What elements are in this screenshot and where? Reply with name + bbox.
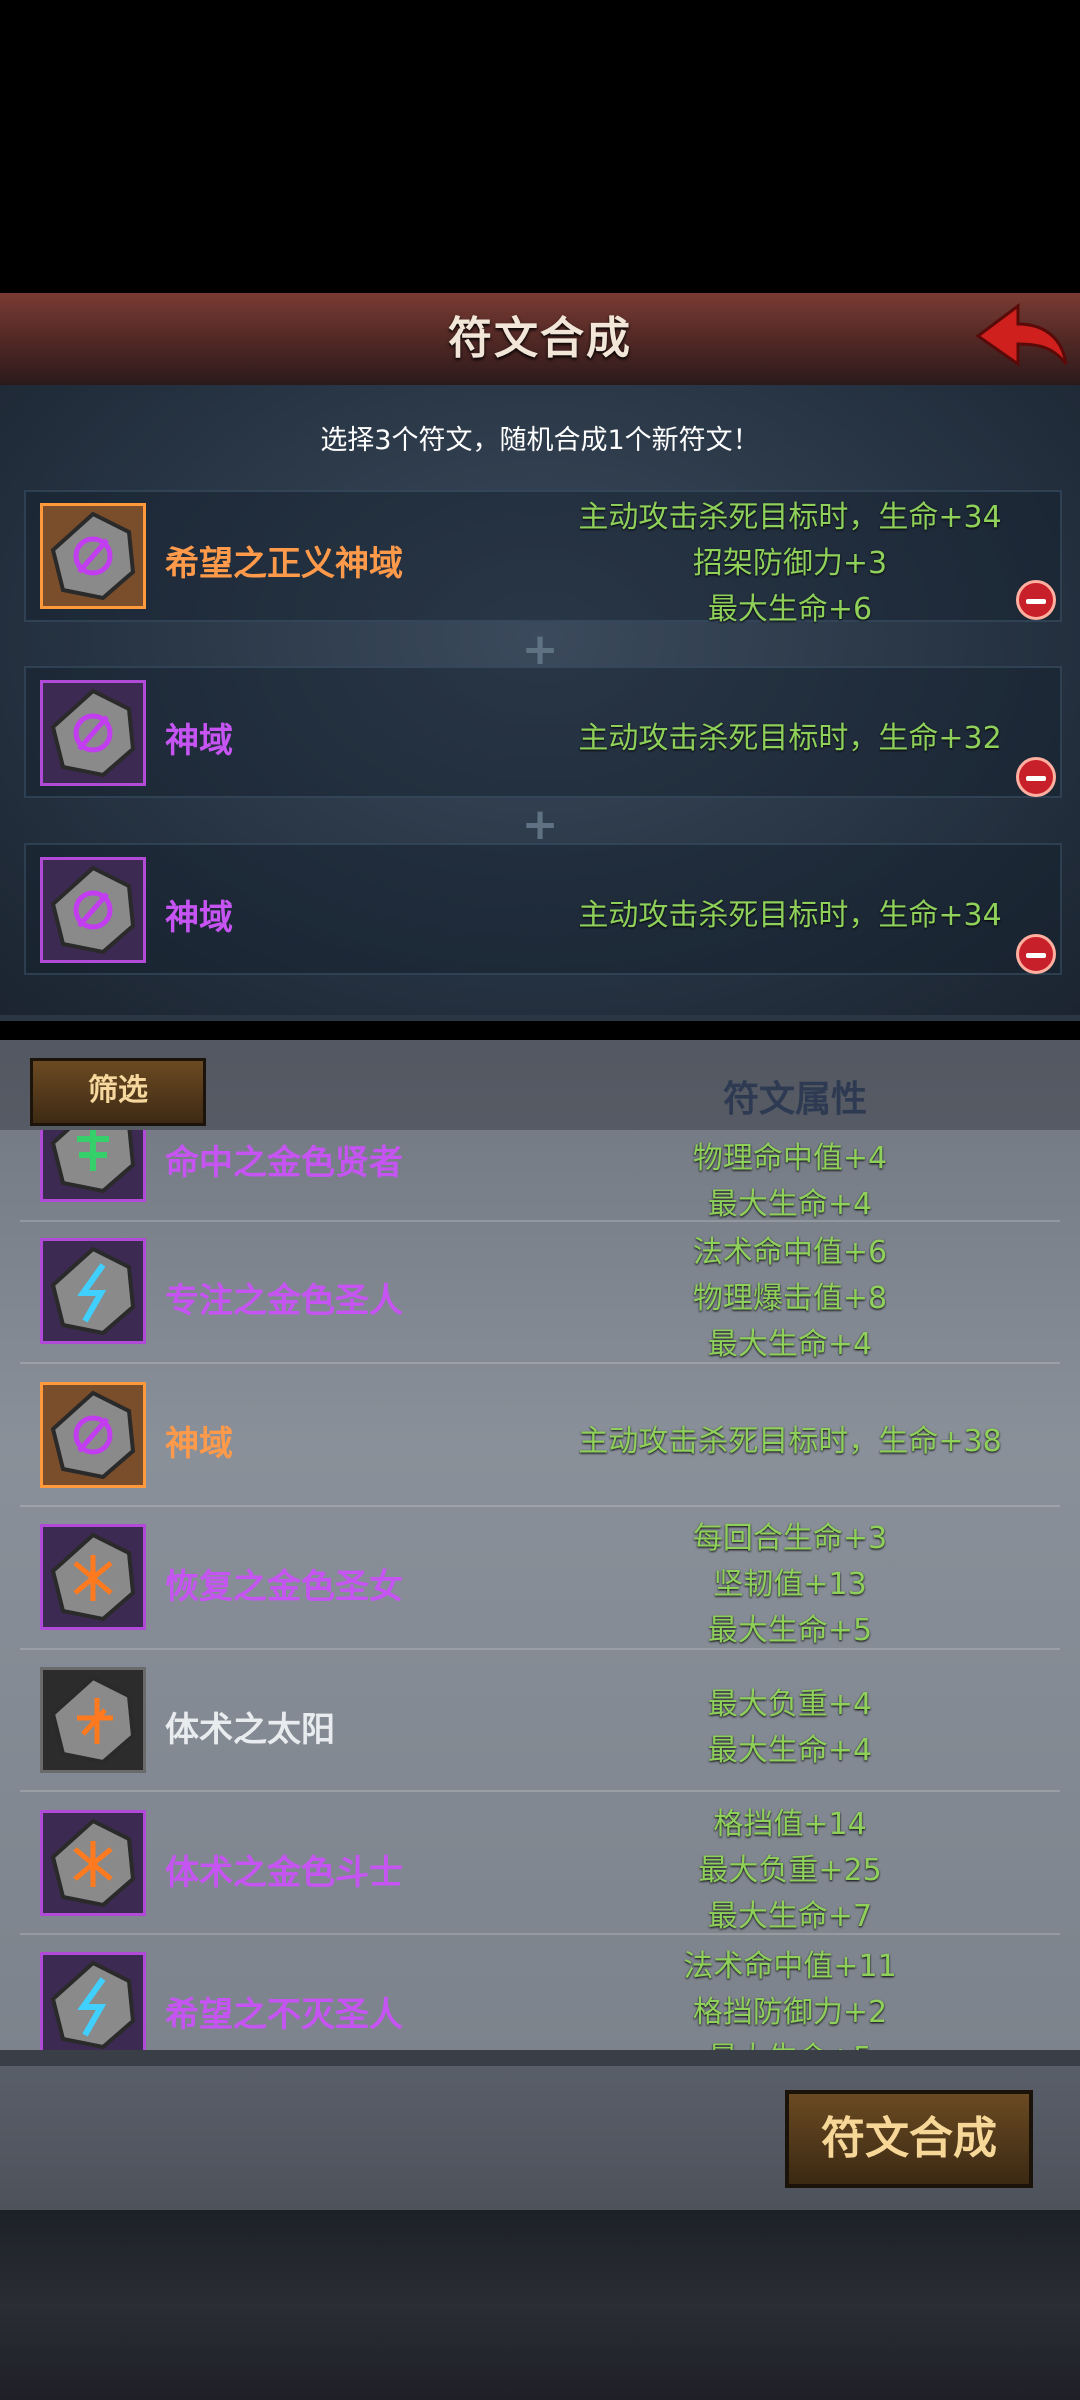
back-arrow-icon [975,303,1068,367]
list-item-6-attr-1: 格挡值+14 [713,1807,867,1842]
selected-slot-1-attr-3: 最大生命+6 [707,592,873,627]
orange-rune-icon [50,1675,136,1765]
selected-slot-3-attr-1: 主动攻击杀死目标时，生命+34 [578,898,1002,933]
selected-slot-2-name: 神域 [165,721,233,761]
list-item-4-name[interactable]: 恢复之金色圣女 [165,1559,403,1608]
orange-rune-icon [50,1532,136,1622]
bottom-background [0,2210,1080,2400]
back-button[interactable] [970,298,1070,378]
selected-slot-3-name: 神域 [165,898,233,938]
blue-rune-icon [50,1960,136,2050]
list-item-2-icon[interactable] [40,1238,146,1344]
list-item-7-attr-3: 最大生命+5 [600,2033,980,2051]
list-item-6-icon[interactable] [40,1810,146,1916]
list-item-2-attr-2: 物理爆击值+8 [692,1281,888,1316]
list-item-1-name[interactable]: 命中之金色贤者 [165,1135,403,1184]
selected-slot-1-name: 希望之正义神域 [165,544,403,584]
row-divider [20,1505,1060,1507]
list-item-5-attr-1: 最大负重+4 [707,1687,873,1722]
list-item-1-attr-1: 物理命中值+4 [692,1141,888,1176]
rune-attributes-header: 符文属性 [722,1079,867,1120]
list-item-3-name[interactable]: 神域 [165,1416,233,1465]
green-rune-icon [50,1130,136,1194]
list-item-5-attr-2: 最大生命+4 [707,1733,873,1768]
selected-slot-1-icon [40,503,146,609]
instruction-text: 选择3个符文，随机合成1个新符文！ [320,425,760,456]
list-item-7-attr-1: 法术命中值+11 [683,1949,897,1984]
row-divider [20,1790,1060,1792]
remove-slot-2-button[interactable] [1016,757,1056,797]
selected-slot-1-attr-1: 主动攻击杀死目标时，生命+34 [578,500,1002,535]
plus-icon: + [521,799,559,850]
page-title: 符文合成 [448,313,632,364]
selected-slot-3-icon [40,857,146,963]
list-item-6-name[interactable]: 体术之金色斗士 [165,1845,403,1894]
list-item-1-attr-2: 最大生命+4 [707,1187,873,1222]
selected-slot-1-attr-2: 招架防御力+3 [692,546,888,581]
list-item-6-attr-3: 最大生命+7 [707,1899,873,1934]
list-item-2-name[interactable]: 专注之金色圣人 [165,1273,403,1322]
blue-rune-icon [50,1246,136,1336]
footer-divider [0,2050,1080,2066]
list-item-4-attr-1: 每回合生命+3 [692,1521,888,1556]
plus-icon: + [521,624,559,675]
remove-slot-1-button[interactable] [1016,580,1056,620]
list-item-7-name[interactable]: 希望之不灭圣人 [165,1987,403,2036]
list-item-7-attr-2: 格挡防御力+2 [692,1995,888,2030]
compose-rune-button[interactable]: 符文合成 [785,2090,1033,2188]
selected-slot-2-attr-1: 主动攻击杀死目标时，生命+32 [578,721,1002,756]
row-divider [20,1933,1060,1935]
filter-button[interactable]: 筛选 [30,1058,206,1126]
list-item-5-name[interactable]: 体术之太阳 [165,1702,335,1751]
row-divider [20,1220,1060,1222]
list-item-2-attr-1: 法术命中值+6 [692,1235,888,1270]
selected-slot-2-icon [40,680,146,786]
row-divider [20,1362,1060,1364]
list-item-6-attr-2: 最大负重+25 [698,1853,882,1888]
row-divider [20,1648,1060,1650]
list-item-3-attr-1: 主动攻击杀死目标时，生命+38 [578,1424,1002,1459]
purple-ring-rune-icon [50,688,136,778]
list-item-7-icon[interactable] [40,1952,146,2058]
remove-slot-3-button[interactable] [1016,934,1056,974]
list-item-1-icon [40,1130,146,1202]
purple-ring-rune-icon [50,511,136,601]
list-item-4-attr-2: 坚韧值+13 [713,1567,867,1602]
list-item-4-attr-3: 最大生命+5 [707,1613,873,1648]
list-item-5-icon[interactable] [40,1667,146,1773]
purple-ring-rune-icon [50,865,136,955]
orange-rune-icon [50,1818,136,1908]
list-item-2-attr-3: 最大生命+4 [707,1327,873,1362]
list-item-4-icon[interactable] [40,1524,146,1630]
list-item-3-icon[interactable] [40,1382,146,1488]
purple-ring-rune-icon [50,1390,136,1480]
